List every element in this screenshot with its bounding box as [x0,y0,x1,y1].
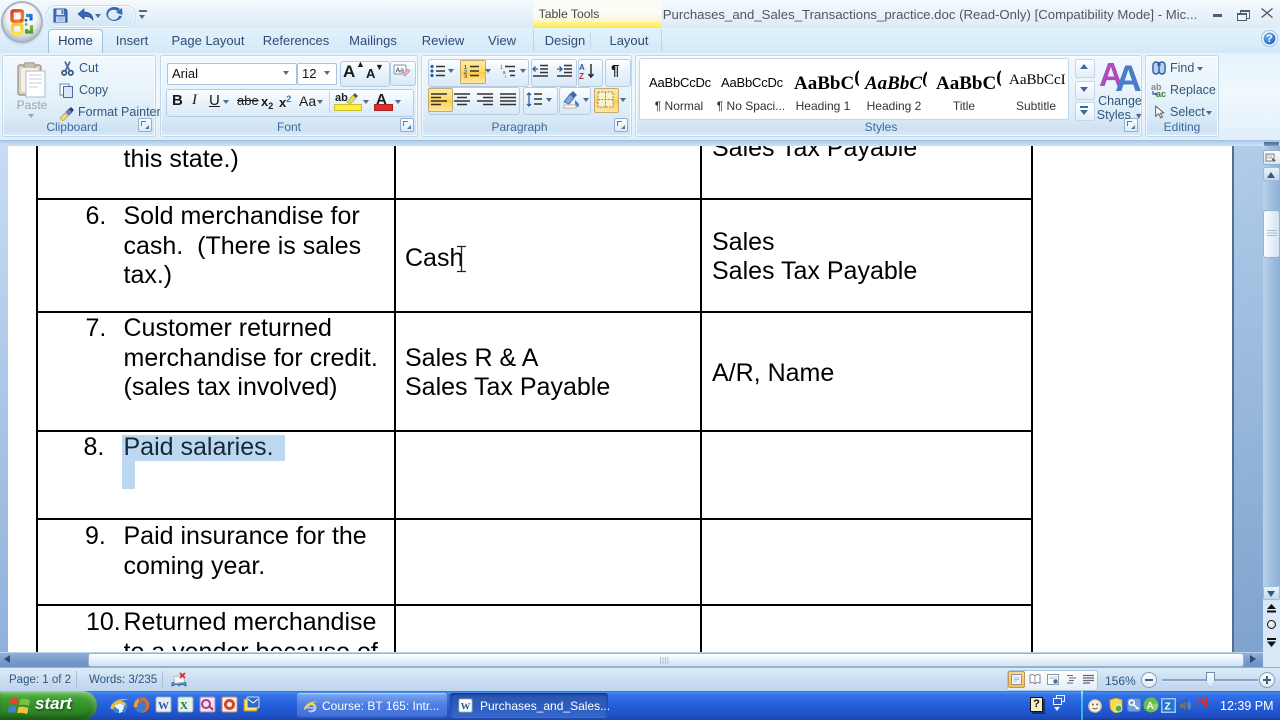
svg-text:A: A [579,63,585,72]
svg-text:Aa: Aa [396,68,405,75]
svg-text:3: 3 [464,75,467,79]
svg-text:W: W [461,701,471,712]
svg-text:i: i [505,75,506,78]
svg-text:Z: Z [579,72,584,80]
svg-text:Z: Z [1165,701,1171,712]
svg-text:ac: ac [1156,89,1166,98]
svg-text:W: W [158,700,169,712]
svg-text:A: A [1147,701,1154,712]
svg-text:X: X [180,700,188,712]
